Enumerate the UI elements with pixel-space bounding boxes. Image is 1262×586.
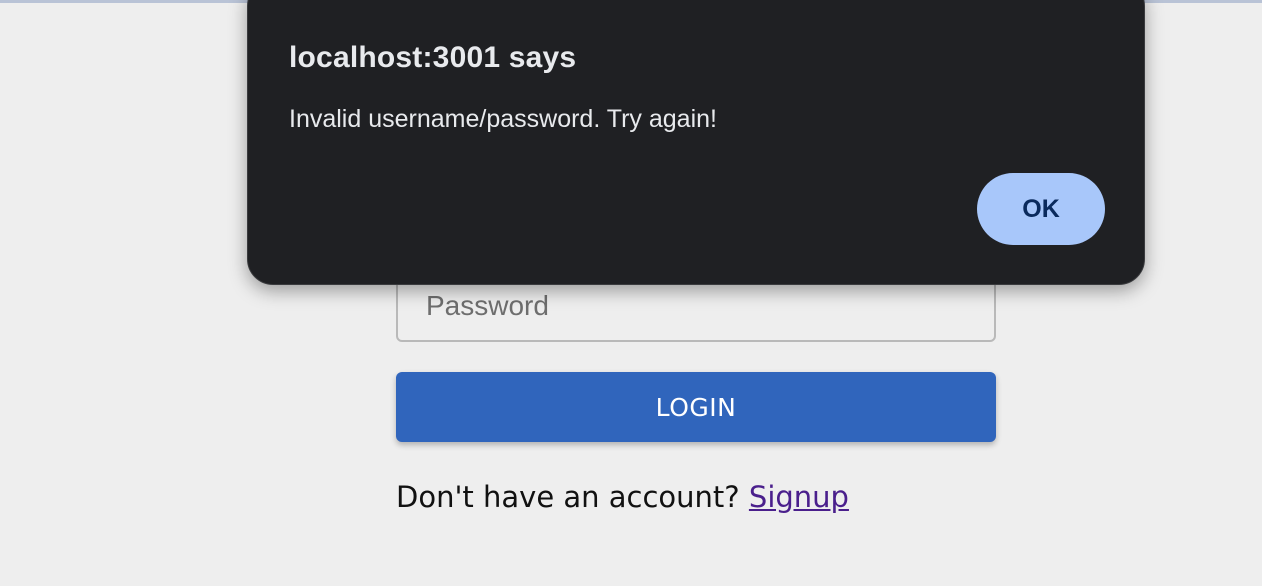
signup-link[interactable]: Signup — [749, 480, 849, 514]
login-button[interactable]: LOGIN — [396, 372, 996, 442]
signup-prompt-line: Don't have an account? Signup — [396, 480, 996, 514]
alert-message: Invalid username/password. Try again! — [289, 105, 717, 133]
alert-dialog: localhost:3001 says Invalid username/pas… — [247, 0, 1145, 285]
alert-title: localhost:3001 says — [289, 41, 577, 74]
signup-prompt-text: Don't have an account? — [396, 480, 749, 514]
ok-button[interactable]: OK — [977, 173, 1105, 245]
